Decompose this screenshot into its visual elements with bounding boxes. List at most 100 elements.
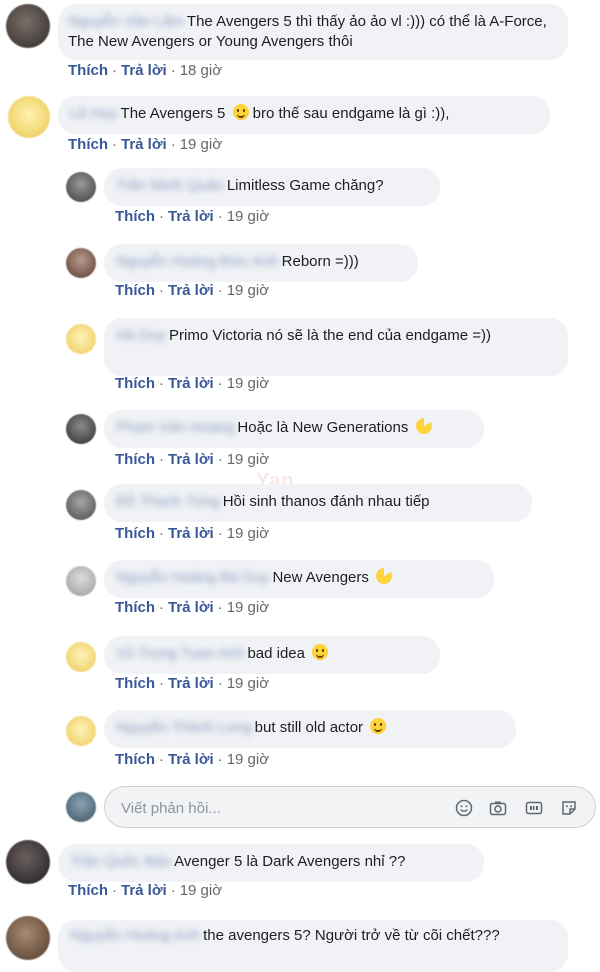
comment-author[interactable]: Nguyễn Hoàng Anh xyxy=(70,927,200,944)
comment-text: Avenger 5 là Dark Avengers nhỉ ?? xyxy=(174,853,406,870)
comment-author[interactable]: Lê Huy xyxy=(70,105,118,122)
comment-text: bro thế sau endgame là gì :)), xyxy=(252,105,450,122)
avatar[interactable] xyxy=(66,414,96,444)
reply-link[interactable]: Trả lời xyxy=(121,882,167,899)
reply-link[interactable]: Trả lời xyxy=(168,599,214,616)
comment-time[interactable]: 19 giờ xyxy=(180,882,222,899)
reply-link[interactable]: Trả lời xyxy=(168,451,214,468)
reply-link[interactable]: Trả lời xyxy=(168,375,214,392)
pacman-emoji-icon xyxy=(376,568,393,584)
smile-emoji-icon xyxy=(312,644,329,660)
comment-bubble: Vũ Trọng Tuan Anh bad idea xyxy=(104,636,440,674)
reply-input[interactable] xyxy=(119,796,443,820)
comment-time[interactable]: 19 giờ xyxy=(227,599,269,616)
comment-time[interactable]: 19 giờ xyxy=(227,282,269,299)
reply-link[interactable]: Trả lời xyxy=(168,282,214,299)
avatar[interactable] xyxy=(6,4,50,48)
sticker-icon[interactable] xyxy=(559,798,579,818)
comment-actions: Thích · Trả lời · 19 giờ xyxy=(115,599,270,616)
current-user-avatar xyxy=(66,792,96,822)
comment-bubble: Trần Quốc Bảo Avenger 5 là Dark Avengers … xyxy=(58,844,484,882)
comment-actions: Thích · Trả lời · 19 giờ xyxy=(115,375,270,392)
like-link[interactable]: Thích xyxy=(115,675,155,692)
like-link[interactable]: Thích xyxy=(115,751,155,768)
comment-author[interactable]: Vũ Trọng Tuan Anh xyxy=(116,645,244,662)
comment-author[interactable]: Nguyễn Hoàng Đức Anh xyxy=(116,253,279,270)
comment-bubble: Trần Minh Quân Limitless Game chăng? xyxy=(104,168,440,206)
comment-author[interactable]: Trần Minh Quân xyxy=(116,177,224,194)
comment-author[interactable]: Phạm Văn Hoàng xyxy=(116,419,234,436)
comment-bubble: Lê Huy The Avengers 5 bro thế sau endgame… xyxy=(58,96,550,134)
reply-link[interactable]: Trả lời xyxy=(121,136,167,153)
avatar[interactable] xyxy=(66,566,96,596)
pacman-emoji-icon xyxy=(415,418,432,434)
comment-author[interactable]: Trần Quốc Bảo xyxy=(70,853,171,870)
like-link[interactable]: Thích xyxy=(68,62,108,79)
comment-time[interactable]: 18 giờ xyxy=(180,62,222,79)
comment-actions: Thích · Trả lời · 19 giờ xyxy=(68,136,223,153)
comment-bubble: Nguyễn Hoàng Anh the avengers 5? Người tr… xyxy=(58,920,568,972)
camera-icon[interactable] xyxy=(488,798,508,818)
comment-actions: Thích · Trả lời · 19 giờ xyxy=(68,882,223,899)
comment-author[interactable]: Nguyễn Hoàng Bá Duy xyxy=(116,569,269,586)
comment-time[interactable]: 19 giờ xyxy=(227,525,269,542)
comment-bubble: Nguyễn Thành Long but still old actor xyxy=(104,710,516,748)
comment-author[interactable]: Nguyễn Văn Lâm xyxy=(68,13,184,30)
avatar[interactable] xyxy=(66,172,96,202)
like-link[interactable]: Thích xyxy=(115,525,155,542)
comment-text: but still old actor xyxy=(254,719,364,736)
avatar[interactable] xyxy=(8,96,50,138)
comment-author[interactable]: Nguyễn Thành Long xyxy=(116,719,252,736)
comment-actions: Thích · Trả lời · 19 giờ xyxy=(115,751,270,768)
emoji-icon[interactable] xyxy=(454,798,474,818)
comment-bubble: Đỗ Thanh Tùng Hồi sinh thanos đánh nhau t… xyxy=(104,484,532,522)
smile-emoji-icon xyxy=(370,718,387,734)
avatar[interactable] xyxy=(66,324,96,354)
reply-box xyxy=(104,786,596,828)
reply-link[interactable]: Trả lời xyxy=(168,525,214,542)
avatar[interactable] xyxy=(6,840,50,884)
comment-time[interactable]: 19 giờ xyxy=(180,136,222,153)
comment-bubble: Nguyễn Hoàng Đức Anh Reborn =))) xyxy=(104,244,418,282)
smile-emoji-icon xyxy=(232,104,249,120)
comment-bubble: Hà Duy Primo Victoria nó sẽ là the end củ… xyxy=(104,318,568,376)
like-link[interactable]: Thích xyxy=(115,451,155,468)
comment-actions: Thích · Trả lời · 18 giờ xyxy=(68,62,223,79)
comment-text: Primo Victoria nó sẽ là the end của endg… xyxy=(169,327,492,344)
comment-actions: Thích · Trả lời · 19 giờ xyxy=(115,675,270,692)
comment-time[interactable]: 19 giờ xyxy=(227,208,269,225)
comment-time[interactable]: 19 giờ xyxy=(227,751,269,768)
like-link[interactable]: Thích xyxy=(115,375,155,392)
comment-actions: Thích · Trả lời · 19 giờ xyxy=(115,208,270,225)
comment-actions: Thích · Trả lời · 19 giờ xyxy=(115,282,270,299)
reply-link[interactable]: Trả lời xyxy=(168,751,214,768)
comment-actions: Thích · Trả lời · 19 giờ xyxy=(115,451,270,468)
avatar[interactable] xyxy=(66,248,96,278)
avatar[interactable] xyxy=(66,716,96,746)
comment-bubble: Phạm Văn Hoàng Hoặc là New Generations xyxy=(104,410,484,448)
comment-text: New Avengers xyxy=(272,569,369,586)
avatar[interactable] xyxy=(6,916,50,960)
avatar[interactable] xyxy=(66,490,96,520)
like-link[interactable]: Thích xyxy=(68,136,108,153)
comment-time[interactable]: 19 giờ xyxy=(227,451,269,468)
comment-time[interactable]: 19 giờ xyxy=(227,675,269,692)
like-link[interactable]: Thích xyxy=(115,599,155,616)
comment-thread: Nguyễn Văn Lâm The Avengers 5 thì thấy ảo… xyxy=(0,0,600,972)
reply-link[interactable]: Trả lời xyxy=(121,62,167,79)
reply-link[interactable]: Trả lời xyxy=(168,208,214,225)
comment-text: The Avengers 5 xyxy=(120,105,226,122)
avatar[interactable] xyxy=(66,642,96,672)
gif-icon[interactable] xyxy=(524,798,544,818)
comment-time[interactable]: 19 giờ xyxy=(227,375,269,392)
comment-author[interactable]: Hà Duy xyxy=(116,327,166,344)
comment-text: bad idea xyxy=(247,645,305,662)
like-link[interactable]: Thích xyxy=(68,882,108,899)
comment-text: the avengers 5? Người trở về từ cõi chết… xyxy=(203,927,500,944)
comment-author[interactable]: Đỗ Thanh Tùng xyxy=(116,493,220,510)
reply-link[interactable]: Trả lời xyxy=(168,675,214,692)
comment-bubble: Nguyễn Văn Lâm The Avengers 5 thì thấy ảo… xyxy=(58,4,568,60)
like-link[interactable]: Thích xyxy=(115,282,155,299)
like-link[interactable]: Thích xyxy=(115,208,155,225)
comment-text: Hồi sinh thanos đánh nhau tiếp xyxy=(222,493,430,510)
